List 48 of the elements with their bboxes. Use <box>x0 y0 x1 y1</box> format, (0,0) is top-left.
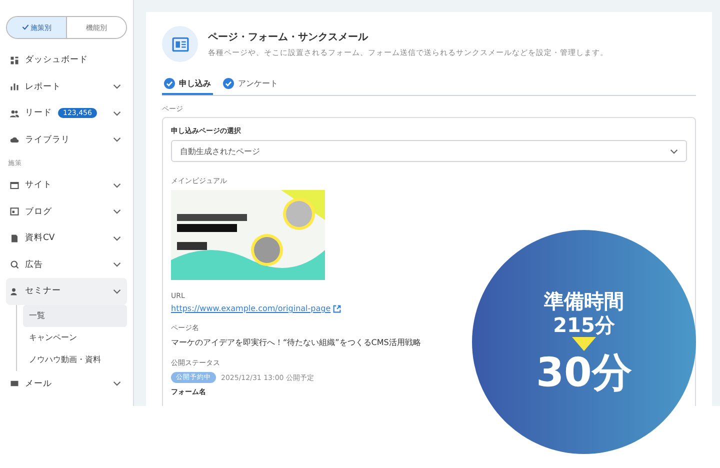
mail-icon <box>10 379 19 388</box>
check-circle-icon <box>223 78 234 89</box>
bar-chart-icon <box>10 82 19 92</box>
window-icon <box>10 180 19 190</box>
nav-label: 資料CV <box>25 232 55 244</box>
form-icon <box>162 26 198 62</box>
sub-nav-item[interactable]: 一覧 <box>23 304 127 326</box>
nav-label: ブログ <box>25 206 52 218</box>
nav-item[interactable]: メール <box>6 370 127 397</box>
nav-label: ライブラリ <box>25 134 70 146</box>
nav-item[interactable]: サイト <box>6 172 127 198</box>
nav-label: リード <box>25 107 52 120</box>
nav-label: 広告 <box>25 258 43 271</box>
callout-before-value: 215分 <box>553 313 615 337</box>
page-name-value: マーケのアイデアを即実行へ！“待たない組織”をつくるCMS活用戦略 <box>171 337 421 348</box>
page-title: ページ・フォーム・サンクスメール <box>208 31 370 44</box>
url-link[interactable]: https://www.example.com/original-page <box>171 304 331 313</box>
nav-item[interactable]: レポート <box>6 74 127 100</box>
nav-label: セミナー <box>25 285 61 298</box>
down-triangle-icon <box>572 337 596 351</box>
magnifier-icon <box>10 260 19 270</box>
chevron-down-icon <box>670 148 678 154</box>
person-icon <box>10 286 19 296</box>
nav-label: レポート <box>25 80 61 93</box>
page-select[interactable]: 自動生成されたページ <box>171 140 687 162</box>
nav-item[interactable]: ライブラリ <box>6 126 127 153</box>
dashboard-icon <box>10 56 19 65</box>
sub-nav-item[interactable]: キャンペーン <box>23 326 127 348</box>
nav-label: メール <box>25 378 52 390</box>
nav-item[interactable]: セミナー <box>6 278 127 304</box>
nav-item[interactable]: 資料CV <box>6 225 127 252</box>
nav-label: ダッシュボード <box>25 54 88 66</box>
tab[interactable]: アンケート <box>221 76 280 95</box>
nav-item[interactable]: ダッシュボード <box>6 47 127 74</box>
nav-item[interactable]: 広告 <box>6 252 127 278</box>
document-icon <box>10 234 19 243</box>
nav-label: サイト <box>25 179 52 192</box>
sub-nav-item[interactable]: ノウハウ動画・資料 <box>23 348 127 370</box>
callout-after-value: 30分 <box>536 351 632 395</box>
people-icon <box>10 108 19 118</box>
nav-item[interactable]: ブログ <box>6 198 127 225</box>
external-link-icon <box>332 304 341 312</box>
callout-label: 準備時間 <box>544 289 624 313</box>
check-icon <box>22 24 28 30</box>
check-circle-icon <box>164 78 175 89</box>
cloud-icon <box>10 135 19 144</box>
layout-icon <box>10 207 19 216</box>
tab[interactable]: 申し込み <box>162 76 213 95</box>
